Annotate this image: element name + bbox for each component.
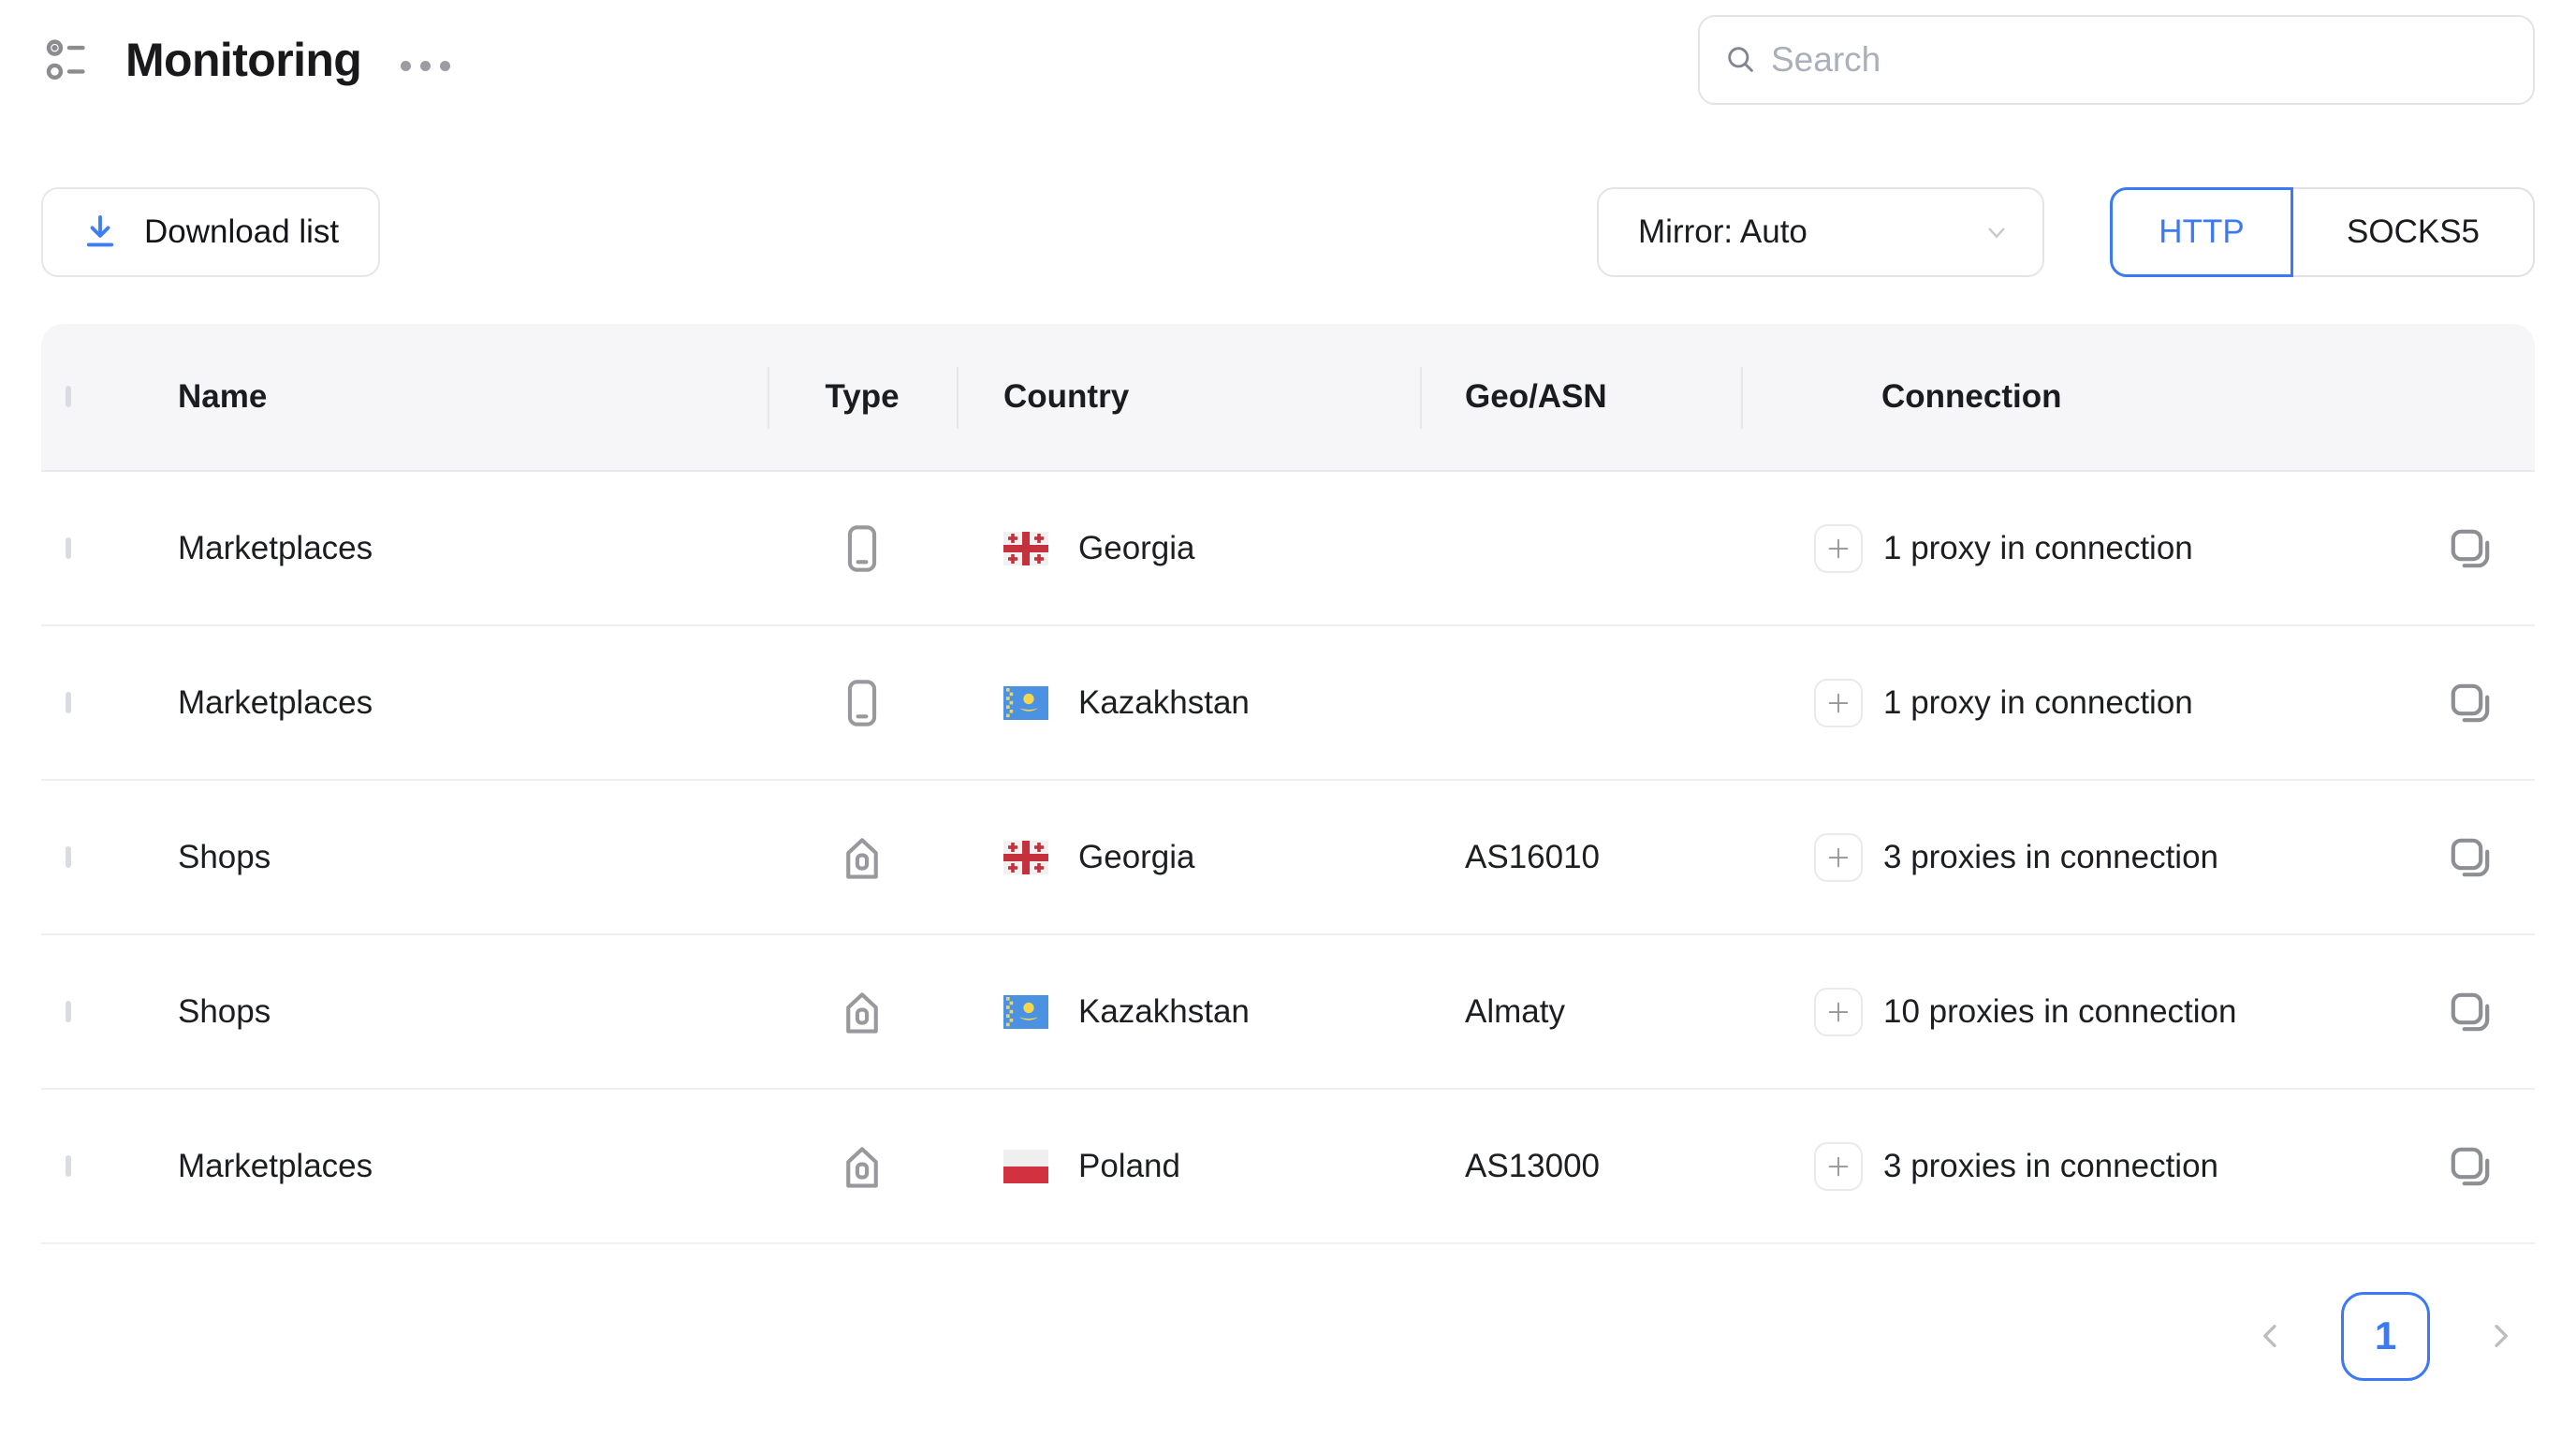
chevron-down-icon [1979, 214, 2014, 250]
row-checkbox[interactable] [66, 537, 71, 559]
plus-icon [1824, 1152, 1852, 1181]
row-checkbox[interactable] [66, 1155, 71, 1177]
pagination: 1 [41, 1291, 2535, 1381]
house-icon [835, 985, 889, 1039]
flag-pl-icon [1003, 1150, 1048, 1183]
protocol-switch: HTTP SOCKS5 [2110, 187, 2535, 277]
row-geo: AS13000 [1420, 1148, 1741, 1185]
top-bar: Monitoring [41, 15, 2535, 105]
page-number-button[interactable]: 1 [2341, 1292, 2430, 1381]
row-connection: 3 proxies in connection [1883, 839, 2218, 876]
table-header-row: Name Type Country Geo/ASN Connection [41, 324, 2535, 472]
copy-button[interactable] [2443, 985, 2497, 1039]
download-list-label: Download list [144, 213, 339, 251]
row-country: Georgia [1078, 530, 1195, 567]
row-name: Marketplaces [178, 684, 768, 722]
chevron-right-icon [2482, 1318, 2518, 1354]
column-header-geo-asn: Geo/ASN [1420, 324, 1741, 470]
mobile-phone-icon [835, 676, 889, 730]
copy-button[interactable] [2443, 830, 2497, 885]
prev-page-button[interactable] [2253, 1318, 2289, 1354]
copy-icon [2444, 1140, 2496, 1193]
table-body: Marketplaces Georgia 1 proxy in connecti… [41, 472, 2535, 1244]
row-checkbox[interactable] [66, 692, 71, 713]
mirror-select-value: Mirror: Auto [1638, 213, 1808, 251]
add-proxy-button[interactable] [1814, 679, 1863, 727]
column-header-name: Name [178, 324, 768, 470]
mobile-phone-icon [835, 521, 889, 576]
add-proxy-button[interactable] [1814, 1142, 1863, 1191]
page-title: Monitoring [125, 33, 361, 87]
copy-icon [2444, 986, 2496, 1038]
add-proxy-button[interactable] [1814, 988, 1863, 1036]
flag-ge-icon [1003, 532, 1048, 565]
add-proxy-button[interactable] [1814, 524, 1863, 573]
next-page-button[interactable] [2482, 1318, 2518, 1354]
row-name: Shops [178, 839, 768, 876]
chevron-left-icon [2253, 1318, 2289, 1354]
select-all-checkbox[interactable] [66, 386, 71, 407]
proxy-table: Name Type Country Geo/ASN Connection Mar… [41, 324, 2535, 1244]
copy-button[interactable] [2443, 1139, 2497, 1194]
row-country: Georgia [1078, 839, 1195, 876]
copy-button[interactable] [2443, 676, 2497, 730]
column-header-connection: Connection [1741, 324, 2422, 470]
row-connection: 10 proxies in connection [1883, 993, 2236, 1031]
monitoring-page: Monitoring Download list Mirror: Auto [0, 0, 2576, 1438]
copy-button[interactable] [2443, 521, 2497, 576]
plus-icon [1824, 689, 1852, 717]
plus-icon [1824, 998, 1852, 1026]
row-geo: AS16010 [1420, 839, 1741, 876]
row-country: Poland [1078, 1148, 1180, 1185]
column-header-type: Type [768, 324, 957, 470]
title-group: Monitoring [41, 31, 450, 89]
row-checkbox[interactable] [66, 1001, 71, 1022]
page-menu-dots-icon[interactable] [401, 61, 450, 71]
mirror-select[interactable]: Mirror: Auto [1597, 187, 2044, 277]
row-connection: 1 proxy in connection [1883, 684, 2193, 722]
table-row: Marketplaces Kazakhstan 1 proxy in conne… [41, 626, 2535, 781]
flag-kz-icon [1003, 686, 1048, 720]
row-connection: 1 proxy in connection [1883, 530, 2193, 567]
row-country: Kazakhstan [1078, 684, 1250, 722]
flag-kz-icon [1003, 995, 1048, 1029]
row-checkbox[interactable] [66, 846, 71, 868]
tab-http[interactable]: HTTP [2110, 187, 2293, 277]
copy-icon [2444, 522, 2496, 575]
house-icon [835, 830, 889, 885]
add-proxy-button[interactable] [1814, 833, 1863, 882]
search-box[interactable] [1698, 15, 2535, 105]
flag-ge-icon [1003, 841, 1048, 874]
copy-icon [2444, 677, 2496, 729]
table-row: Shops Kazakhstan Almaty 10 proxies in co… [41, 935, 2535, 1090]
row-country: Kazakhstan [1078, 993, 1250, 1031]
toolbar: Download list Mirror: Auto HTTP SOCKS5 [41, 187, 2535, 277]
row-name: Shops [178, 993, 768, 1031]
plus-icon [1824, 844, 1852, 872]
row-connection: 3 proxies in connection [1883, 1148, 2218, 1185]
search-input[interactable] [1771, 40, 2509, 80]
copy-icon [2444, 831, 2496, 884]
tab-socks5[interactable]: SOCKS5 [2293, 187, 2535, 277]
plus-icon [1824, 535, 1852, 563]
row-geo: Almaty [1420, 993, 1741, 1031]
download-arrow-icon [79, 211, 122, 254]
column-header-country: Country [957, 324, 1420, 470]
checklist-icon [41, 31, 99, 89]
table-row: Marketplaces Poland AS13000 3 proxies in… [41, 1090, 2535, 1244]
download-list-button[interactable]: Download list [41, 187, 380, 277]
magnifier-icon [1724, 43, 1758, 77]
house-icon [835, 1139, 889, 1194]
table-row: Shops Georgia AS16010 3 proxies in conne… [41, 781, 2535, 935]
table-row: Marketplaces Georgia 1 proxy in connecti… [41, 472, 2535, 626]
row-name: Marketplaces [178, 1148, 768, 1185]
row-name: Marketplaces [178, 530, 768, 567]
